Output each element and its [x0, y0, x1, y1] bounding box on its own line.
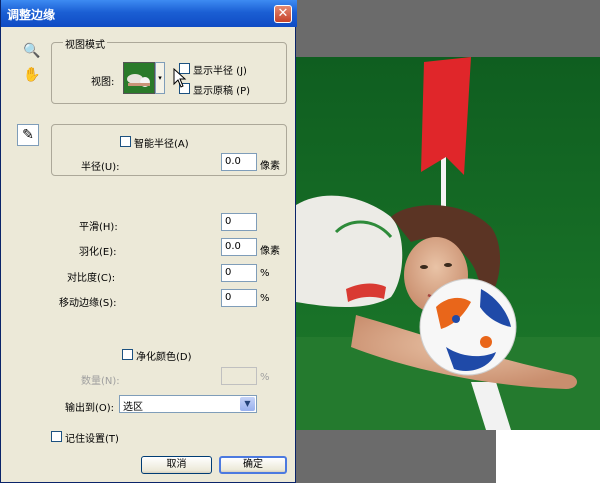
view-mode-group	[51, 42, 287, 104]
shift-edge-label: 移动边缘(S):	[59, 298, 117, 309]
hand-tool-icon[interactable]: ✋	[23, 66, 41, 84]
feather-unit: 像素	[260, 246, 280, 257]
output-to-value: 选区	[123, 402, 143, 413]
contrast-input[interactable]: 0	[221, 264, 257, 282]
view-thumbnail[interactable]	[123, 62, 155, 94]
ok-button[interactable]: 确定	[219, 456, 287, 474]
contrast-unit: %	[260, 268, 270, 279]
radius-unit: 像素	[260, 161, 280, 172]
document-canvas[interactable]	[296, 57, 600, 430]
chevron-down-icon[interactable]: ▼	[240, 397, 255, 411]
view-mode-group-title: 视图模式	[63, 36, 107, 51]
shift-edge-unit: %	[260, 293, 270, 304]
cancel-button[interactable]: 取消	[141, 456, 212, 474]
remember-settings-checkbox[interactable]	[51, 431, 62, 442]
title-bar[interactable]: 调整边缘 ✕	[1, 0, 297, 27]
refine-radius-brush-icon[interactable]: ✎	[17, 124, 39, 146]
amount-label: 数量(N):	[81, 376, 120, 387]
decontaminate-colors-checkbox[interactable]	[122, 349, 133, 360]
amount-input	[221, 367, 257, 385]
decontaminate-colors-label: 净化颜色(D)	[136, 352, 192, 363]
show-radius-label: 显示半径 (J)	[193, 66, 247, 77]
photo-image	[296, 57, 600, 430]
remember-settings-label: 记住设置(T)	[65, 434, 119, 445]
show-original-label: 显示原稿 (P)	[193, 86, 251, 97]
smooth-input[interactable]: 0	[221, 213, 257, 231]
radius-input[interactable]: 0.0	[221, 153, 257, 171]
dialog-title: 调整边缘	[7, 8, 56, 22]
amount-unit: %	[260, 372, 270, 383]
output-to-label: 输出到(O):	[65, 403, 115, 414]
feather-input[interactable]: 0.0	[221, 238, 257, 256]
canvas-backdrop-lower	[296, 430, 496, 483]
smart-radius-checkbox[interactable]	[120, 136, 131, 147]
close-button[interactable]: ✕	[274, 5, 292, 23]
output-to-select[interactable]: 选区 ▼	[119, 395, 257, 413]
feather-label: 羽化(E):	[79, 247, 117, 258]
smart-radius-label: 智能半径(A)	[134, 139, 189, 150]
shift-edge-input[interactable]: 0	[221, 289, 257, 307]
zoom-tool-icon[interactable]: 🔍	[23, 42, 41, 60]
radius-label: 半径(U):	[81, 162, 120, 173]
contrast-label: 对比度(C):	[67, 273, 116, 284]
mouse-cursor-icon	[173, 68, 187, 88]
view-label: 视图:	[91, 77, 115, 88]
view-dropdown-arrow[interactable]: ▾	[155, 62, 165, 94]
refine-edge-dialog: 调整边缘 ✕ 🔍 ✋ ✎ 视图模式 视图: ▾ 显示半径 (J) 显示原稿 (P…	[0, 0, 297, 483]
view-thumbnail-image	[124, 63, 154, 93]
smooth-label: 平滑(H):	[79, 222, 118, 233]
